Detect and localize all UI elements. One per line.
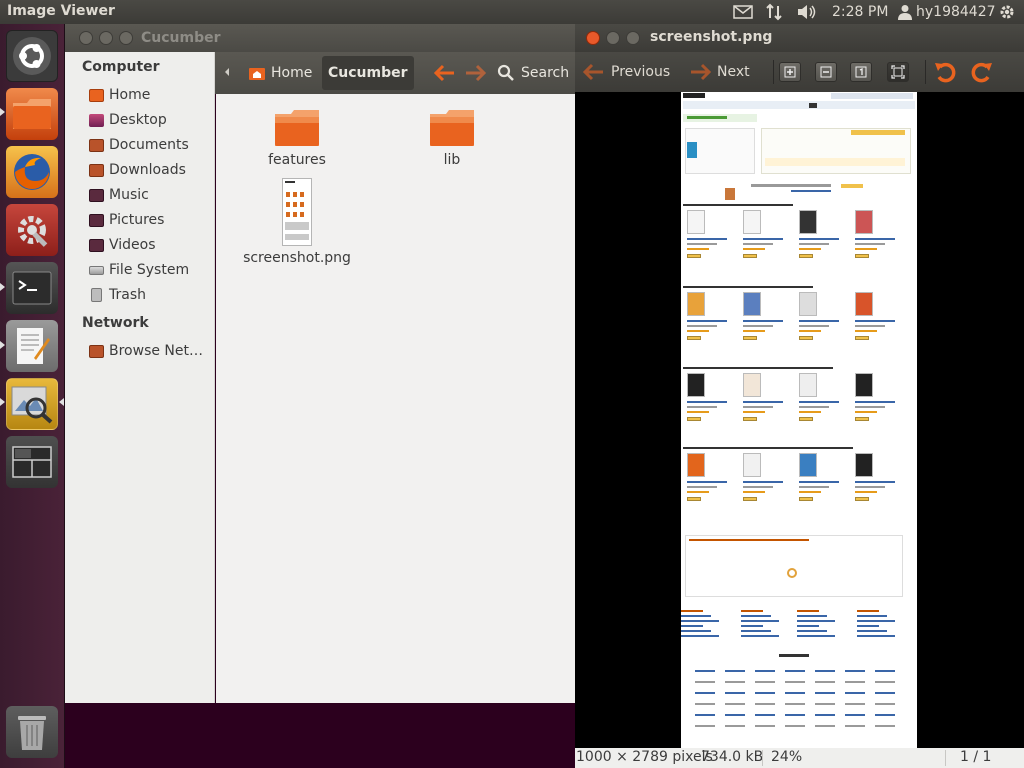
toolbar-separator	[773, 60, 774, 84]
zoom-out-icon	[820, 66, 832, 78]
iv-toolbar: Previous Next	[575, 52, 1024, 92]
file-name: lib	[443, 152, 461, 168]
user-icon[interactable]	[898, 2, 912, 22]
folder-icon	[430, 110, 474, 146]
previous-arrow-icon	[583, 63, 603, 81]
folder-icon	[275, 110, 319, 146]
next-arrow-icon	[691, 63, 711, 81]
sidebar-item-documents[interactable]: Documents	[89, 134, 211, 156]
image-viewer-icon[interactable]	[6, 378, 58, 430]
volume-icon[interactable]	[796, 2, 818, 22]
file-item-lib[interactable]: lib	[397, 108, 507, 168]
sidebar-item-music[interactable]: Music	[89, 184, 211, 206]
sidebar-item-home[interactable]: Home	[89, 84, 211, 106]
search-icon	[497, 64, 514, 81]
zoom-normal-icon	[855, 66, 867, 78]
iv-close-button[interactable]	[586, 31, 600, 45]
sidebar-item-trash[interactable]: Trash	[89, 284, 211, 306]
fm-close-button[interactable]	[79, 31, 93, 45]
documents-folder-icon	[89, 138, 104, 152]
trash-launcher-icon[interactable]	[6, 706, 58, 758]
next-button[interactable]: Next	[689, 52, 750, 92]
iv-statusbar: 1000 × 2789 pixels 734.0 kB 24% 1 / 1	[575, 748, 1024, 768]
trash-icon	[91, 288, 102, 302]
videos-folder-icon	[89, 238, 104, 252]
sidebar-item-browse-network[interactable]: Browse Net…	[89, 340, 211, 362]
sidebar-heading-computer: Computer	[82, 59, 160, 75]
active-app-title: Image Viewer	[7, 3, 115, 19]
sidebar-item-pictures[interactable]: Pictures	[89, 209, 211, 231]
iv-maximize-button[interactable]	[626, 31, 640, 45]
rotate-left-button[interactable]	[933, 52, 957, 92]
top-panel: Image Viewer 2:28 PM hy1984427	[0, 0, 1024, 24]
fm-toolbar: Home Cucumber Search	[215, 52, 575, 94]
text-editor-icon[interactable]	[6, 320, 58, 372]
rotate-right-icon	[971, 62, 992, 83]
launcher	[0, 24, 65, 768]
network-icon[interactable]	[765, 2, 783, 22]
network-folder-icon	[89, 344, 104, 358]
back-arrow-icon[interactable]	[433, 62, 457, 84]
toolbar-separator	[925, 60, 926, 84]
image-viewer-titlebar	[575, 24, 1024, 52]
ubuntu-dash-icon[interactable]	[6, 30, 58, 82]
image-file-size: 734.0 kB	[701, 749, 764, 765]
zoom-in-icon	[784, 66, 796, 78]
fm-minimize-button[interactable]	[99, 31, 113, 45]
firefox-icon[interactable]	[6, 146, 58, 198]
zoom-in-button[interactable]	[779, 62, 801, 82]
file-item-features[interactable]: features	[242, 108, 352, 168]
zoom-normal-button[interactable]	[850, 62, 872, 82]
mail-icon[interactable]	[733, 2, 753, 22]
user-name[interactable]: hy1984427	[916, 2, 996, 22]
forward-arrow-icon[interactable]	[463, 62, 487, 84]
downloads-folder-icon	[89, 163, 104, 177]
fm-maximize-button[interactable]	[119, 31, 133, 45]
system-settings-icon[interactable]	[6, 204, 58, 256]
file-manager-title: Cucumber	[141, 30, 221, 46]
best-fit-icon	[891, 65, 905, 79]
rotate-left-icon	[935, 62, 956, 83]
fm-sidebar: Computer Home Desktop Documents Download…	[65, 52, 215, 703]
music-folder-icon	[89, 188, 104, 202]
workspace-switcher-icon[interactable]	[6, 436, 58, 488]
breadcrumb-scroll-left-icon[interactable]	[225, 68, 229, 76]
sidebar-item-videos[interactable]: Videos	[89, 234, 211, 256]
pictures-folder-icon	[89, 213, 104, 227]
breadcrumb-home[interactable]: Home	[243, 56, 318, 90]
sidebar-item-desktop[interactable]: Desktop	[89, 109, 211, 131]
sidebar-item-downloads[interactable]: Downloads	[89, 159, 211, 181]
file-item-screenshot[interactable]: screenshot.png	[242, 178, 352, 266]
home-folder-icon	[89, 88, 104, 102]
desktop-background	[65, 703, 575, 768]
file-name: screenshot.png	[243, 250, 351, 266]
zoom-level: 24%	[771, 749, 803, 765]
iv-minimize-button[interactable]	[606, 31, 620, 45]
drive-icon	[89, 265, 104, 275]
fm-file-view: features lib screenshot.png	[216, 94, 575, 703]
files-app-icon[interactable]	[6, 88, 58, 140]
breadcrumb-cucumber[interactable]: Cucumber	[322, 56, 414, 90]
terminal-icon[interactable]	[6, 262, 58, 314]
rotate-right-button[interactable]	[970, 52, 994, 92]
image-page-indicator: 1 / 1	[960, 749, 992, 765]
sidebar-item-file-system[interactable]: File System	[89, 259, 211, 281]
settings-gear-icon[interactable]	[998, 2, 1016, 22]
zoom-out-button[interactable]	[815, 62, 837, 82]
clock[interactable]: 2:28 PM	[832, 2, 888, 22]
image-dimensions: 1000 × 2789 pixels	[576, 749, 713, 765]
image-thumbnail-icon	[282, 178, 312, 246]
sidebar-heading-network: Network	[82, 315, 149, 331]
previous-button[interactable]: Previous	[583, 52, 670, 92]
desktop-icon	[89, 113, 104, 127]
home-crumb-icon	[249, 68, 265, 80]
displayed-image[interactable]	[681, 92, 917, 748]
best-fit-button[interactable]	[887, 62, 909, 82]
image-viewer-title: screenshot.png	[650, 29, 773, 45]
file-name: features	[268, 152, 326, 168]
search-button[interactable]: Search	[491, 56, 575, 90]
